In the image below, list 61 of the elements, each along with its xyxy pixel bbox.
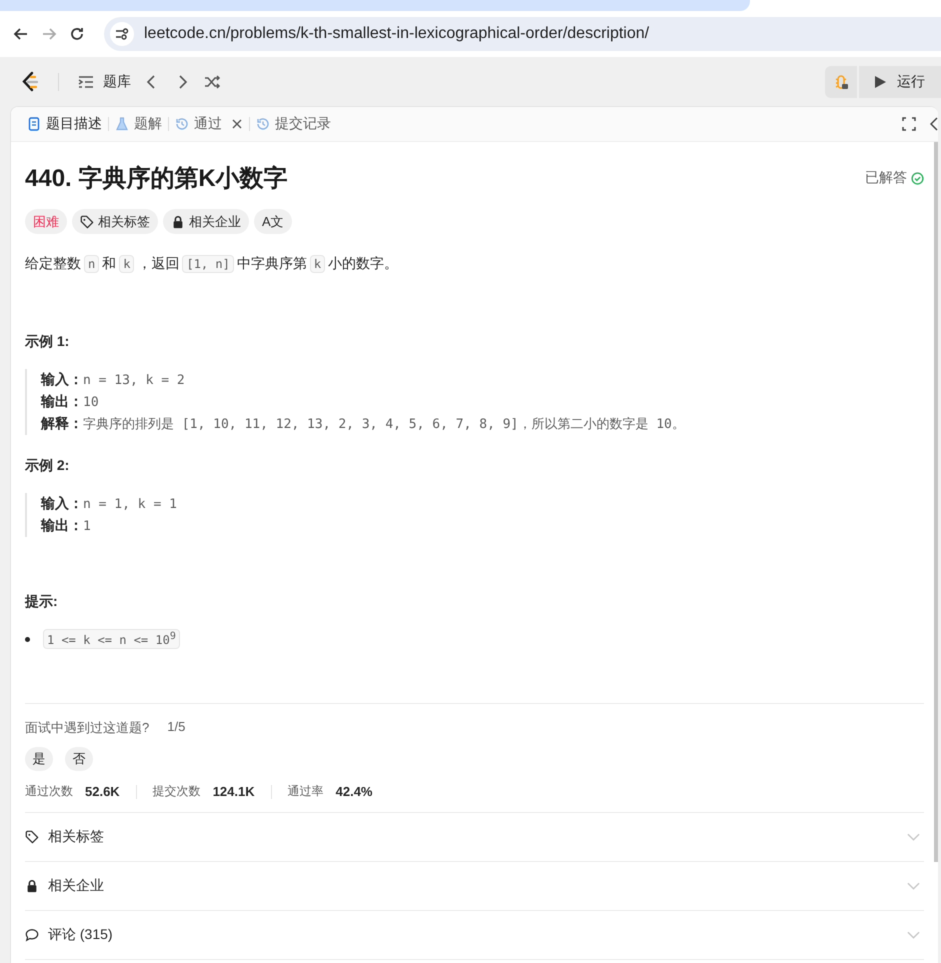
solved-status: 已解答 [865, 169, 924, 187]
example-line: 输入：n = 1, k = 1 [41, 494, 178, 514]
stat-value: 52.6K [85, 784, 120, 799]
stat-value: 42.4% [336, 784, 372, 799]
check-icon [911, 172, 924, 184]
difficulty-badge: 困难 [25, 209, 67, 234]
chevron-down-icon [907, 931, 920, 939]
tag-icon [25, 830, 39, 844]
answer-button[interactable]: 是 [25, 747, 53, 771]
constraint-code: 1 <= k <= n <= 10$^{9}$ [43, 629, 180, 649]
comment-icon [25, 928, 39, 942]
collapse-icon[interactable] [930, 117, 938, 131]
reload-icon[interactable] [68, 25, 86, 43]
tag-icon [80, 214, 94, 228]
lock-icon [171, 214, 185, 228]
example-line: 输出：1 [41, 516, 92, 536]
companies-button[interactable]: 相关企业 [163, 209, 249, 234]
example-line: 输出：10 [41, 392, 100, 412]
history-icon [175, 117, 189, 131]
site-settings-icon[interactable] [115, 28, 129, 40]
stat-label: 通过次数 [25, 783, 73, 800]
run-button[interactable]: 运行 [859, 66, 941, 98]
url-text: leetcode.cn/problems/k-th-smallest-in-lexicographical-order/description/ [144, 25, 650, 43]
flask-icon [115, 117, 129, 131]
example-title: 示例 1: [25, 333, 70, 351]
example-title: 示例 2: [25, 457, 70, 475]
chevron-down-icon [907, 882, 920, 890]
constraints-title: 提示: [25, 593, 59, 611]
topics-button[interactable]: 相关标签 [72, 209, 158, 234]
problem-description: 给定整数 n 和 k ，返回 [1, n] 中字典序第 k 小的数字。 [25, 254, 400, 275]
example-line: 输入：n = 13, k = 2 [41, 370, 186, 390]
history-icon [256, 117, 270, 131]
section-header[interactable]: 相关企业 [48, 877, 898, 895]
play-icon [873, 74, 887, 88]
example-line: 解释：字典序的排列是 [1, 10, 11, 12, 13, 2, 3, 4, 5, 6, 7, 8, 9]，所以第二小的数字是 10。 [41, 414, 686, 434]
problem-list-button[interactable]: 题库 [77, 72, 131, 90]
shuffle-icon[interactable] [203, 72, 221, 90]
stat-label: 通过率 [288, 783, 324, 800]
tab[interactable]: 题目描述 [21, 115, 108, 133]
chevron-down-icon [907, 833, 920, 841]
companies-label: 相关企业 [189, 212, 241, 230]
tab[interactable]: 通过 [169, 115, 249, 133]
section-header[interactable]: 相关标签 [48, 828, 898, 846]
interview-question: 面试中遇到过这道题? [25, 719, 150, 737]
translate-button[interactable]: A文 [254, 209, 292, 234]
fullscreen-icon[interactable] [902, 117, 916, 131]
section-header[interactable]: 评论 (315) [48, 926, 898, 944]
topics-label: 相关标签 [98, 212, 150, 230]
tab[interactable]: 提交记录 [250, 115, 337, 133]
document-icon [27, 117, 41, 131]
stat-value: 124.1K [212, 784, 255, 799]
problem-title: 440. 字典序的第K小数字 [25, 164, 289, 194]
stat-label: 提交次数 [152, 783, 201, 800]
close-icon[interactable] [231, 118, 243, 130]
answer-button[interactable]: 否 [65, 747, 93, 771]
interview-count: 1/5 [167, 719, 186, 736]
logo-icon[interactable] [20, 70, 40, 92]
tab[interactable]: 题解 [109, 115, 168, 133]
address-bar[interactable]: leetcode.cn/problems/k-th-smallest-in-lexicographical-order/description/ [104, 17, 941, 51]
lock-icon [25, 879, 39, 893]
bullet [25, 636, 30, 642]
